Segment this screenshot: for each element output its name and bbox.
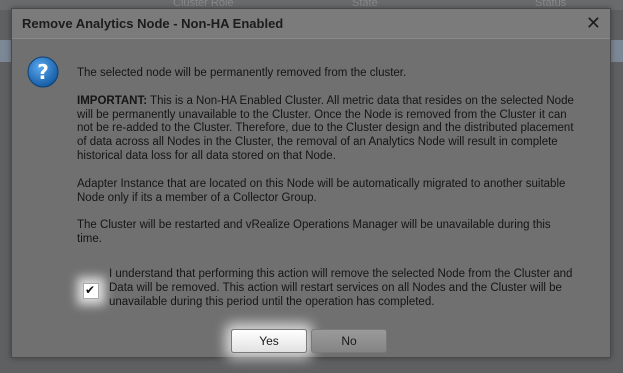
dialog-message: The selected node will be permanently re… — [77, 67, 577, 261]
remove-node-dialog: Remove Analytics Node - Non-HA Enabled ✕… — [11, 8, 611, 358]
message-adapter: Adapter Instance that are located on thi… — [77, 177, 566, 204]
acknowledge-text: I understand that performing this action… — [109, 268, 573, 308]
important-text: This is a Non-HA Enabled Cluster. All me… — [77, 94, 574, 162]
no-button[interactable]: No — [311, 329, 387, 353]
yes-button[interactable]: Yes — [231, 329, 307, 353]
acknowledge-checkbox[interactable]: ✔ — [83, 283, 99, 299]
help-question-icon: ? — [27, 56, 59, 88]
message-important: IMPORTANT: This is a Non-HA Enabled Clus… — [77, 95, 577, 164]
close-icon[interactable]: ✕ — [586, 13, 601, 33]
message-restart: The Cluster will be restarted and vReali… — [77, 219, 551, 246]
message-intro: The selected node will be permanently re… — [77, 67, 407, 79]
checkmark-icon: ✔ — [85, 283, 96, 297]
important-label: IMPORTANT: — [77, 94, 148, 107]
dialog-title: Remove Analytics Node - Non-HA Enabled — [22, 16, 284, 31]
svg-text:?: ? — [37, 60, 49, 84]
dialog-titlebar: Remove Analytics Node - Non-HA Enabled ✕ — [12, 9, 610, 39]
